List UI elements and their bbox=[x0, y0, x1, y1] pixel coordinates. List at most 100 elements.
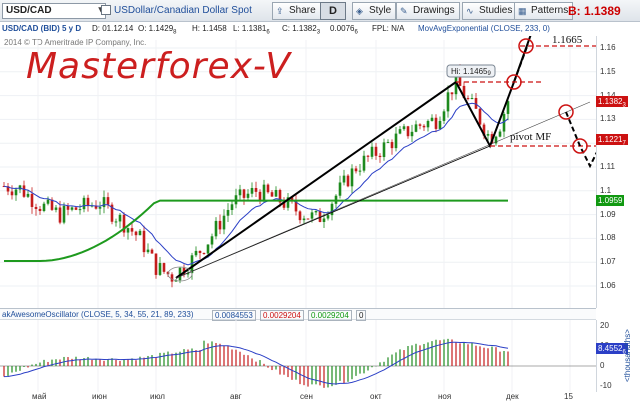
candle-body bbox=[130, 228, 134, 232]
price-tick-label: 1.11 bbox=[600, 162, 615, 171]
chart-toolbar: USD/CAD ▾ USDollar/Canadian Dollar Spot … bbox=[0, 0, 640, 22]
candle-body bbox=[350, 168, 354, 187]
candle-body bbox=[442, 111, 446, 121]
quote-change-value: 0.0076 bbox=[330, 24, 355, 33]
ema-price-tag: 1.12217 bbox=[596, 134, 628, 147]
candle-body bbox=[142, 230, 146, 253]
candle-body bbox=[106, 197, 110, 205]
candle-body bbox=[354, 168, 358, 172]
candle-body bbox=[230, 204, 234, 210]
time-tick-label: 15 bbox=[564, 392, 573, 401]
candle-body bbox=[370, 146, 374, 157]
candle-body bbox=[170, 274, 174, 282]
candle-body bbox=[498, 131, 502, 137]
oscillator-tag-value: 8.4552 bbox=[598, 344, 623, 353]
candle-body bbox=[374, 146, 378, 156]
candle-body bbox=[198, 250, 202, 253]
candle-body bbox=[14, 189, 18, 196]
candle-body bbox=[330, 203, 334, 216]
drawings-label: Drawings bbox=[413, 5, 455, 16]
quote-line: USD/CAD (BID) 5 y D D: 01.12.14 O: 1.142… bbox=[0, 23, 640, 36]
candle-body bbox=[206, 244, 210, 254]
candle-body bbox=[218, 220, 222, 230]
candle-body bbox=[422, 125, 426, 128]
last-price-tag: 1.13823 bbox=[596, 96, 628, 109]
ema-price-tag-sub: 7 bbox=[622, 140, 626, 147]
time-tick-label: май bbox=[32, 392, 47, 401]
oscillator-grid bbox=[0, 320, 596, 392]
candle-body bbox=[138, 230, 142, 236]
ema-price-tag-value: 1.1221 bbox=[598, 135, 623, 144]
patterns-button[interactable]: ▦ Patterns bbox=[514, 2, 574, 20]
candle-body bbox=[238, 189, 242, 196]
candle-body bbox=[114, 221, 118, 223]
candle-body bbox=[86, 197, 90, 206]
candle-body bbox=[210, 236, 214, 245]
quote-low-sub: 6 bbox=[266, 29, 270, 36]
candle-body bbox=[82, 197, 86, 210]
candle-body bbox=[326, 215, 330, 219]
candle-body bbox=[202, 252, 206, 254]
price-tick-label: 1.09 bbox=[600, 209, 616, 219]
candle-body bbox=[146, 249, 150, 253]
aggregation-button[interactable]: D bbox=[320, 2, 346, 20]
candle-body bbox=[62, 205, 66, 223]
candle-body bbox=[258, 191, 262, 201]
style-label: Style bbox=[369, 5, 392, 16]
candle-body bbox=[414, 124, 418, 132]
candle-body bbox=[58, 207, 62, 223]
share-icon: ⇪ bbox=[276, 6, 284, 16]
candle-body bbox=[78, 209, 82, 211]
oscillator-chart[interactable] bbox=[0, 320, 596, 392]
oscillator-tick-label: -10 bbox=[600, 381, 612, 390]
style-button[interactable]: ◈ Style bbox=[352, 2, 397, 20]
oscillator-header: akAwesomeOscillator (CLOSE, 5, 34, 55, 2… bbox=[0, 308, 596, 321]
oscillator-units-label: <thousandths> bbox=[623, 329, 632, 382]
time-tick-label: сен bbox=[300, 392, 313, 401]
candle-body bbox=[262, 184, 266, 201]
price-tick-label: 1.13 bbox=[600, 114, 616, 124]
studies-button[interactable]: ∿ Studies bbox=[462, 2, 518, 20]
candle-body bbox=[42, 203, 46, 211]
candle-body bbox=[10, 191, 14, 196]
candle-body bbox=[478, 108, 482, 125]
candle-body bbox=[362, 155, 366, 171]
oscillator-title: akAwesomeOscillator (CLOSE, 5, 34, 55, 2… bbox=[2, 310, 194, 319]
quote-change: 0.00766 bbox=[330, 24, 358, 36]
drawings-button[interactable]: ✎ Drawings bbox=[396, 2, 460, 20]
candle-body bbox=[246, 193, 250, 198]
candle-body bbox=[158, 263, 162, 275]
link-checkbox[interactable] bbox=[101, 5, 111, 15]
time-tick-label: дек bbox=[506, 392, 519, 401]
candle-body bbox=[322, 218, 326, 222]
quote-high: H: 1.1458 bbox=[192, 24, 227, 33]
candle-body bbox=[418, 124, 422, 126]
bid-price: B: 1.1389 bbox=[568, 4, 621, 18]
candle-body bbox=[434, 117, 438, 129]
quote-close-value: C: 1.1382 bbox=[282, 24, 317, 33]
price-axis[interactable]: 1.161.151.141.131.121.111.11.091.081.071… bbox=[596, 36, 640, 308]
candle-body bbox=[270, 192, 274, 197]
candle-body bbox=[438, 120, 442, 129]
price-tick-label: 1.08 bbox=[600, 233, 616, 243]
quote-low: L: 1.13816 bbox=[233, 24, 270, 36]
ema2-price-tag: 1.0959 bbox=[596, 195, 625, 206]
candle-body bbox=[30, 193, 34, 207]
candle-body bbox=[346, 175, 350, 187]
style-icon: ◈ bbox=[356, 6, 363, 16]
candle-body bbox=[306, 218, 310, 220]
candle-body bbox=[302, 218, 306, 221]
candle-body bbox=[386, 142, 390, 144]
time-axis[interactable]: май июн июл авг сен окт ноя дек 15 bbox=[0, 392, 596, 405]
candle-body bbox=[26, 193, 30, 197]
time-tick-label: ноя bbox=[438, 392, 452, 401]
candle-body bbox=[22, 185, 26, 197]
chart-title: USD/CAD (BID) 5 y D bbox=[2, 24, 82, 33]
candle-body bbox=[310, 212, 314, 219]
candle-body bbox=[194, 250, 198, 256]
candle-body bbox=[74, 207, 78, 210]
symbol-selector[interactable]: USD/CAD ▾ bbox=[2, 3, 106, 19]
patterns-icon: ▦ bbox=[518, 6, 527, 16]
candle-body bbox=[382, 142, 386, 158]
candle-body bbox=[342, 175, 346, 183]
